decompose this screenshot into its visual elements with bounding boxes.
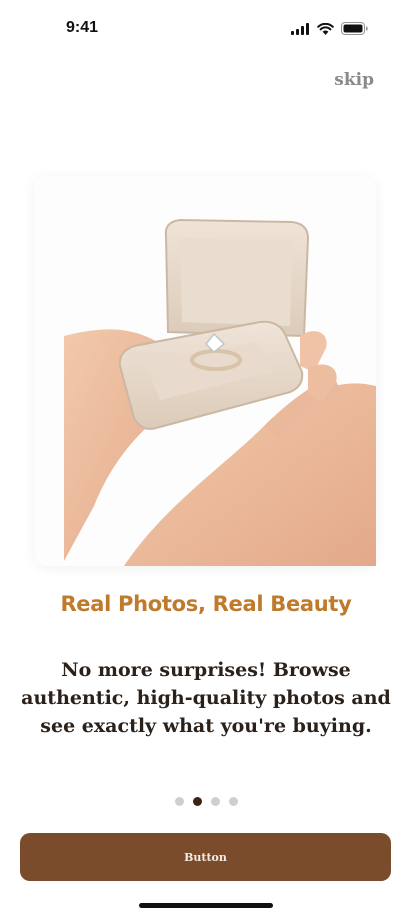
page-dot-3[interactable] (210, 797, 220, 806)
home-indicator (139, 903, 273, 908)
battery-icon (341, 22, 368, 40)
onboarding-image (34, 176, 376, 566)
page-dot-4[interactable] (228, 797, 238, 806)
page-dot-2-active[interactable] (192, 797, 202, 806)
primary-button[interactable]: Button (20, 833, 391, 881)
status-time: 9:41 (66, 19, 99, 36)
onboarding-description: No more surprises! Browse authentic, hig… (21, 659, 391, 737)
page-dot-1[interactable] (174, 797, 184, 806)
skip-button[interactable]: skip (334, 70, 374, 90)
signal-icon (291, 22, 310, 40)
status-bar: 9:41 (0, 0, 412, 56)
onboarding-headline: Real Photos, Real Beauty (60, 592, 352, 616)
status-icons (291, 22, 368, 40)
page-indicator (0, 797, 412, 806)
wifi-icon (317, 22, 334, 40)
